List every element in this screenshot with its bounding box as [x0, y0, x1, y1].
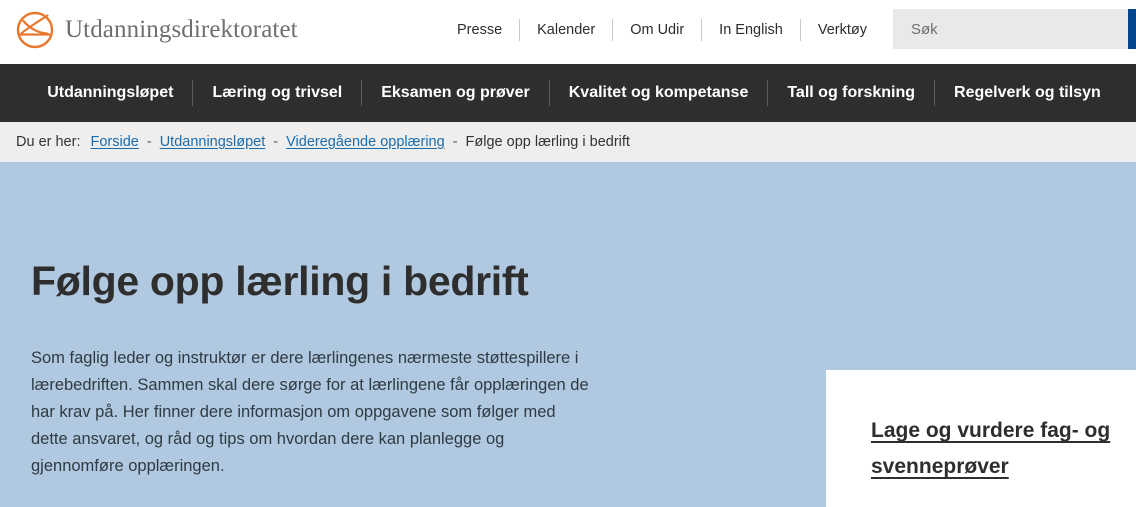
top-nav-item-om-udir[interactable]: Om Udir [613, 16, 701, 44]
main-navigation: Utdanningsløpet Læring og trivsel Eksame… [0, 64, 1136, 122]
breadcrumb-link-forside[interactable]: Forside [90, 134, 138, 150]
brand-name: Utdanningsdirektoratet [65, 16, 298, 43]
related-link-lage-og-vurdere-fag-og-svennepraver[interactable]: Lage og vurdere fag- og svenneprøver [871, 413, 1118, 485]
page-title: Følge opp lærling i bedrift [31, 258, 529, 304]
main-nav-item-tall-og-forskning[interactable]: Tall og forskning [768, 64, 934, 122]
site-header: Utdanningsdirektoratet Presse Kalender O… [0, 0, 1136, 64]
top-nav-item-kalender[interactable]: Kalender [520, 16, 612, 44]
top-nav-item-verktoy[interactable]: Verktøy [801, 16, 884, 44]
main-nav-item-regelverk-og-tilsyn[interactable]: Regelverk og tilsyn [935, 64, 1120, 122]
top-nav-item-presse[interactable]: Presse [440, 16, 519, 44]
top-utility-nav: Presse Kalender Om Udir In English Verkt… [440, 16, 884, 44]
breadcrumb-separator: - [452, 134, 458, 150]
breadcrumb-separator: - [273, 134, 279, 150]
page-root: Utdanningsdirektoratet Presse Kalender O… [0, 0, 1136, 507]
search-box [893, 9, 1136, 49]
hero-section: Følge opp lærling i bedrift Som faglig l… [0, 162, 1136, 507]
main-nav-item-eksamen-og-prover[interactable]: Eksamen og prøver [362, 64, 549, 122]
breadcrumb-link-utdanningslopet[interactable]: Utdanningsløpet [160, 134, 266, 150]
breadcrumb: Du er her: Forside - Utdanningsløpet - V… [0, 122, 1136, 162]
main-nav-item-kvalitet-og-kompetanse[interactable]: Kvalitet og kompetanse [550, 64, 768, 122]
brand-logo-link[interactable]: Utdanningsdirektoratet [14, 6, 298, 54]
udir-circle-logo-icon [16, 11, 54, 49]
breadcrumb-label: Du er her: [16, 134, 81, 150]
main-nav-item-utdanningslopet[interactable]: Utdanningsløpet [28, 64, 192, 122]
breadcrumb-separator: - [146, 134, 152, 150]
hero-intro-text: Som faglig leder og instruktør er dere l… [31, 349, 589, 475]
top-nav-item-in-english[interactable]: In English [702, 16, 800, 44]
search-input[interactable] [893, 9, 1128, 49]
search-submit-button[interactable] [1128, 9, 1136, 49]
related-link-card: Lage og vurdere fag- og svenneprøver [826, 370, 1136, 507]
main-nav-item-laering-og-trivsel[interactable]: Læring og trivsel [193, 64, 361, 122]
breadcrumb-link-videregaende-opplaering[interactable]: Videregående opplæring [286, 134, 445, 150]
breadcrumb-current-page: Følge opp lærling i bedrift [465, 134, 630, 150]
